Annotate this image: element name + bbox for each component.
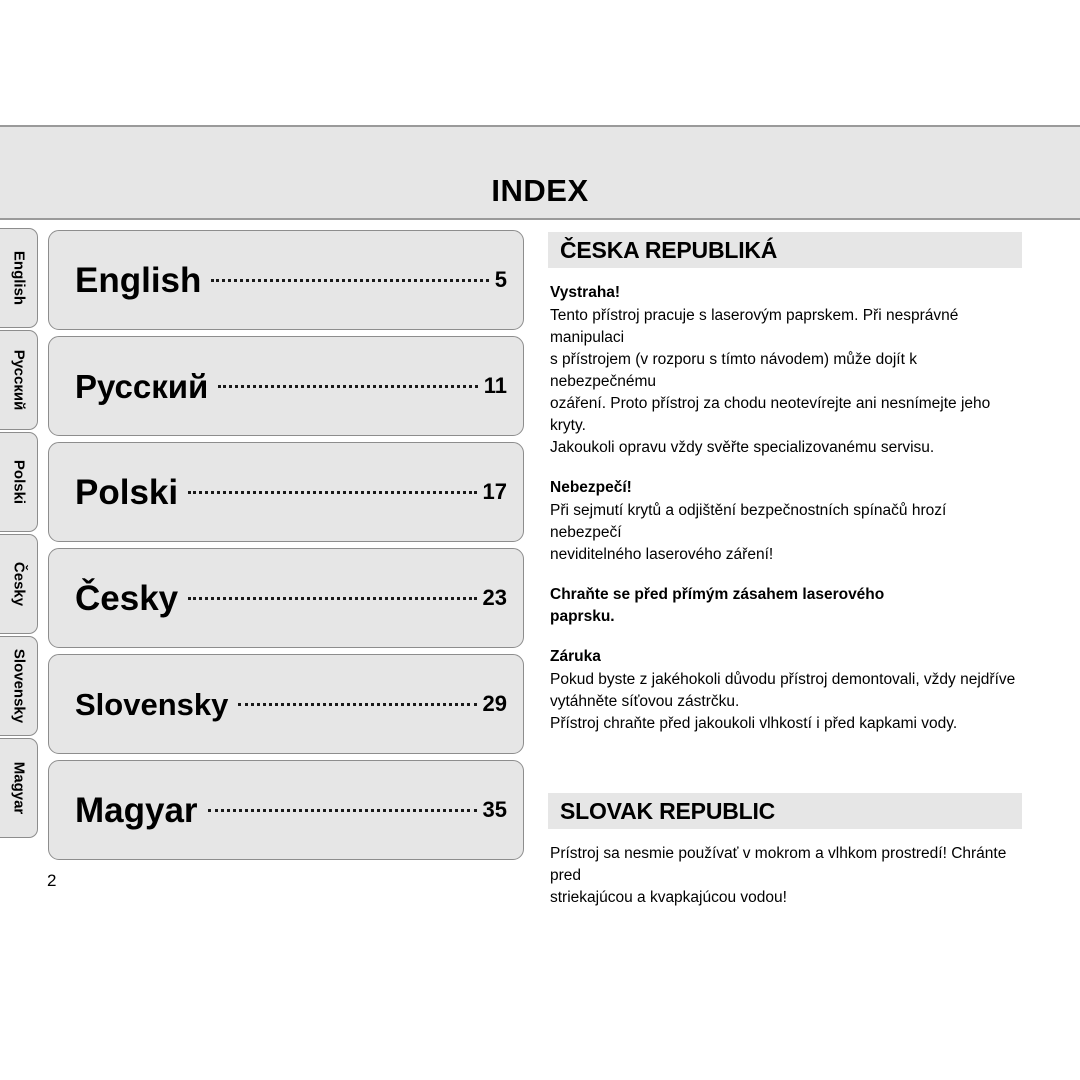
page-header-band: INDEX bbox=[0, 125, 1080, 220]
page-number-folio: 2 bbox=[47, 871, 57, 890]
index-language-label: Slovensky bbox=[75, 686, 229, 722]
text-line: vytáhněte síťovou zástrčku. bbox=[550, 693, 740, 710]
heading-line: Chraňte se před přímým zásahem laserovéh… bbox=[550, 586, 885, 603]
section-header-title: ČESKA REPUBLIKÁ bbox=[560, 236, 778, 263]
dot-leader bbox=[207, 803, 477, 812]
dot-leader bbox=[188, 591, 477, 600]
side-tab-label: English bbox=[10, 250, 27, 306]
text-line: Tento přístroj pracuje s laserovým paprs… bbox=[550, 307, 959, 346]
index-list: English 5 Русский 11 Polski 17 Česky 23 Slovensk… bbox=[48, 230, 524, 866]
warning-block: Záruka Pokud byste z jakéhokoli důvodu př… bbox=[550, 646, 1020, 735]
side-tab-1[interactable]: English bbox=[0, 228, 38, 328]
dot-leader bbox=[188, 485, 477, 494]
side-tab-6[interactable]: Magyar bbox=[0, 738, 38, 838]
side-tab-3[interactable]: Polski bbox=[0, 432, 38, 532]
warning-block-text: Tento přístroj pracuje s laserovým paprs… bbox=[550, 305, 1020, 459]
index-row-content: Magyar 35 bbox=[75, 761, 507, 859]
warning-block-heading: Vystraha! bbox=[550, 282, 1020, 304]
heading-line: paprsku. bbox=[550, 608, 615, 625]
index-language-label: English bbox=[75, 260, 202, 300]
index-page-number: 11 bbox=[483, 372, 507, 398]
index-row-content: Česky 23 bbox=[75, 549, 507, 647]
side-tab-label: Slovensky bbox=[10, 648, 27, 724]
warning-block-heading: Nebezpečí! bbox=[550, 477, 1020, 499]
warning-block: Vystraha! Tento přístroj pracuje s lasero… bbox=[550, 282, 1020, 459]
index-page-number: 5 bbox=[494, 266, 507, 292]
side-tab-label: Русский bbox=[10, 349, 27, 411]
index-page-number: 17 bbox=[482, 478, 507, 504]
side-tab-label: Magyar bbox=[10, 761, 27, 815]
index-row[interactable]: Русский 11 bbox=[48, 336, 524, 436]
dot-leader bbox=[238, 697, 477, 706]
index-row[interactable]: Česky 23 bbox=[48, 548, 524, 648]
text-line: Při sejmutí krytů a odjištění bezpečnost… bbox=[550, 502, 947, 541]
text-line: s přístrojem (v rozporu s tímto návodem)… bbox=[550, 351, 917, 390]
index-row-content: Slovensky 29 bbox=[75, 655, 507, 753]
index-language-label: Česky bbox=[75, 578, 179, 618]
index-row[interactable]: English 5 bbox=[48, 230, 524, 330]
side-tab-5[interactable]: Slovensky bbox=[0, 636, 38, 736]
text-line: striekajúcou a kvapkajúcou vodou! bbox=[550, 889, 787, 906]
text-line: Pokud byste z jakéhokoli důvodu přístroj… bbox=[550, 671, 1016, 688]
side-tab-label: Polski bbox=[10, 459, 27, 505]
warning-block-heading: Chraňte se před přímým zásahem laserovéh… bbox=[550, 584, 1020, 628]
index-page-number: 35 bbox=[482, 796, 507, 822]
text-line: Jakoukoli opravu vždy svěřte specializov… bbox=[550, 439, 935, 456]
index-row-content: Русский 11 bbox=[75, 337, 507, 435]
side-tab-2[interactable]: Русский bbox=[0, 330, 38, 430]
index-language-label: Magyar bbox=[75, 790, 198, 830]
text-line: Prístroj sa nesmie používať v mokrom a v… bbox=[550, 845, 1007, 884]
index-page-number: 23 bbox=[482, 584, 507, 610]
warning-block: Nebezpečí! Při sejmutí krytů a odjištění … bbox=[550, 477, 1020, 566]
dot-leader bbox=[218, 379, 478, 388]
text-line: Přístroj chraňte před jakoukoli vlhkostí… bbox=[550, 715, 958, 732]
dot-leader bbox=[211, 273, 489, 282]
warning-block-text: Pokud byste z jakéhokoli důvodu přístroj… bbox=[550, 669, 1020, 735]
warning-section: ČESKA REPUBLIKÁ Vystraha! Tento přístroj p… bbox=[548, 232, 1022, 735]
index-row[interactable]: Magyar 35 bbox=[48, 760, 524, 860]
index-page-number: 29 bbox=[482, 690, 507, 716]
index-row-content: Polski 17 bbox=[75, 443, 507, 541]
index-language-label: Русский bbox=[75, 367, 209, 405]
section-body: Prístroj sa nesmie používať v mokrom a v… bbox=[548, 843, 1022, 909]
side-tab-4[interactable]: Česky bbox=[0, 534, 38, 634]
index-row-content: English 5 bbox=[75, 231, 507, 329]
section-header-title: SLOVAK REPUBLIC bbox=[560, 797, 776, 824]
page-title: INDEX bbox=[491, 173, 589, 208]
warning-block: Chraňte se před přímým zásahem laserovéh… bbox=[550, 584, 1020, 628]
warning-block-heading: Záruka bbox=[550, 646, 1020, 668]
heading-line: Záruka bbox=[550, 648, 601, 665]
warning-block: Prístroj sa nesmie používať v mokrom a v… bbox=[550, 843, 1020, 909]
index-language-label: Polski bbox=[75, 472, 179, 512]
section-header-bar: ČESKA REPUBLIKÁ bbox=[548, 232, 1022, 268]
text-line: ozáření. Proto přístroj za chodu neoteví… bbox=[550, 395, 991, 434]
warning-block-text: Prístroj sa nesmie používať v mokrom a v… bbox=[550, 843, 1020, 909]
warning-section: SLOVAK REPUBLIC Prístroj sa nesmie použív… bbox=[548, 793, 1022, 909]
text-line: neviditelného laserového záření! bbox=[550, 546, 774, 563]
warnings-column: ČESKA REPUBLIKÁ Vystraha! Tento přístroj p… bbox=[548, 232, 1022, 909]
side-tab-label: Česky bbox=[10, 561, 27, 607]
section-header-bar: SLOVAK REPUBLIC bbox=[548, 793, 1022, 829]
language-tab-strip: English Русский Polski Česky Slovensky Magyar bbox=[0, 228, 38, 840]
section-body: Vystraha! Tento přístroj pracuje s lasero… bbox=[548, 282, 1022, 735]
heading-line: Nebezpečí! bbox=[550, 479, 632, 496]
index-row[interactable]: Slovensky 29 bbox=[48, 654, 524, 754]
index-row[interactable]: Polski 17 bbox=[48, 442, 524, 542]
heading-line: Vystraha! bbox=[550, 284, 621, 301]
warning-block-text: Při sejmutí krytů a odjištění bezpečnost… bbox=[550, 500, 1020, 566]
